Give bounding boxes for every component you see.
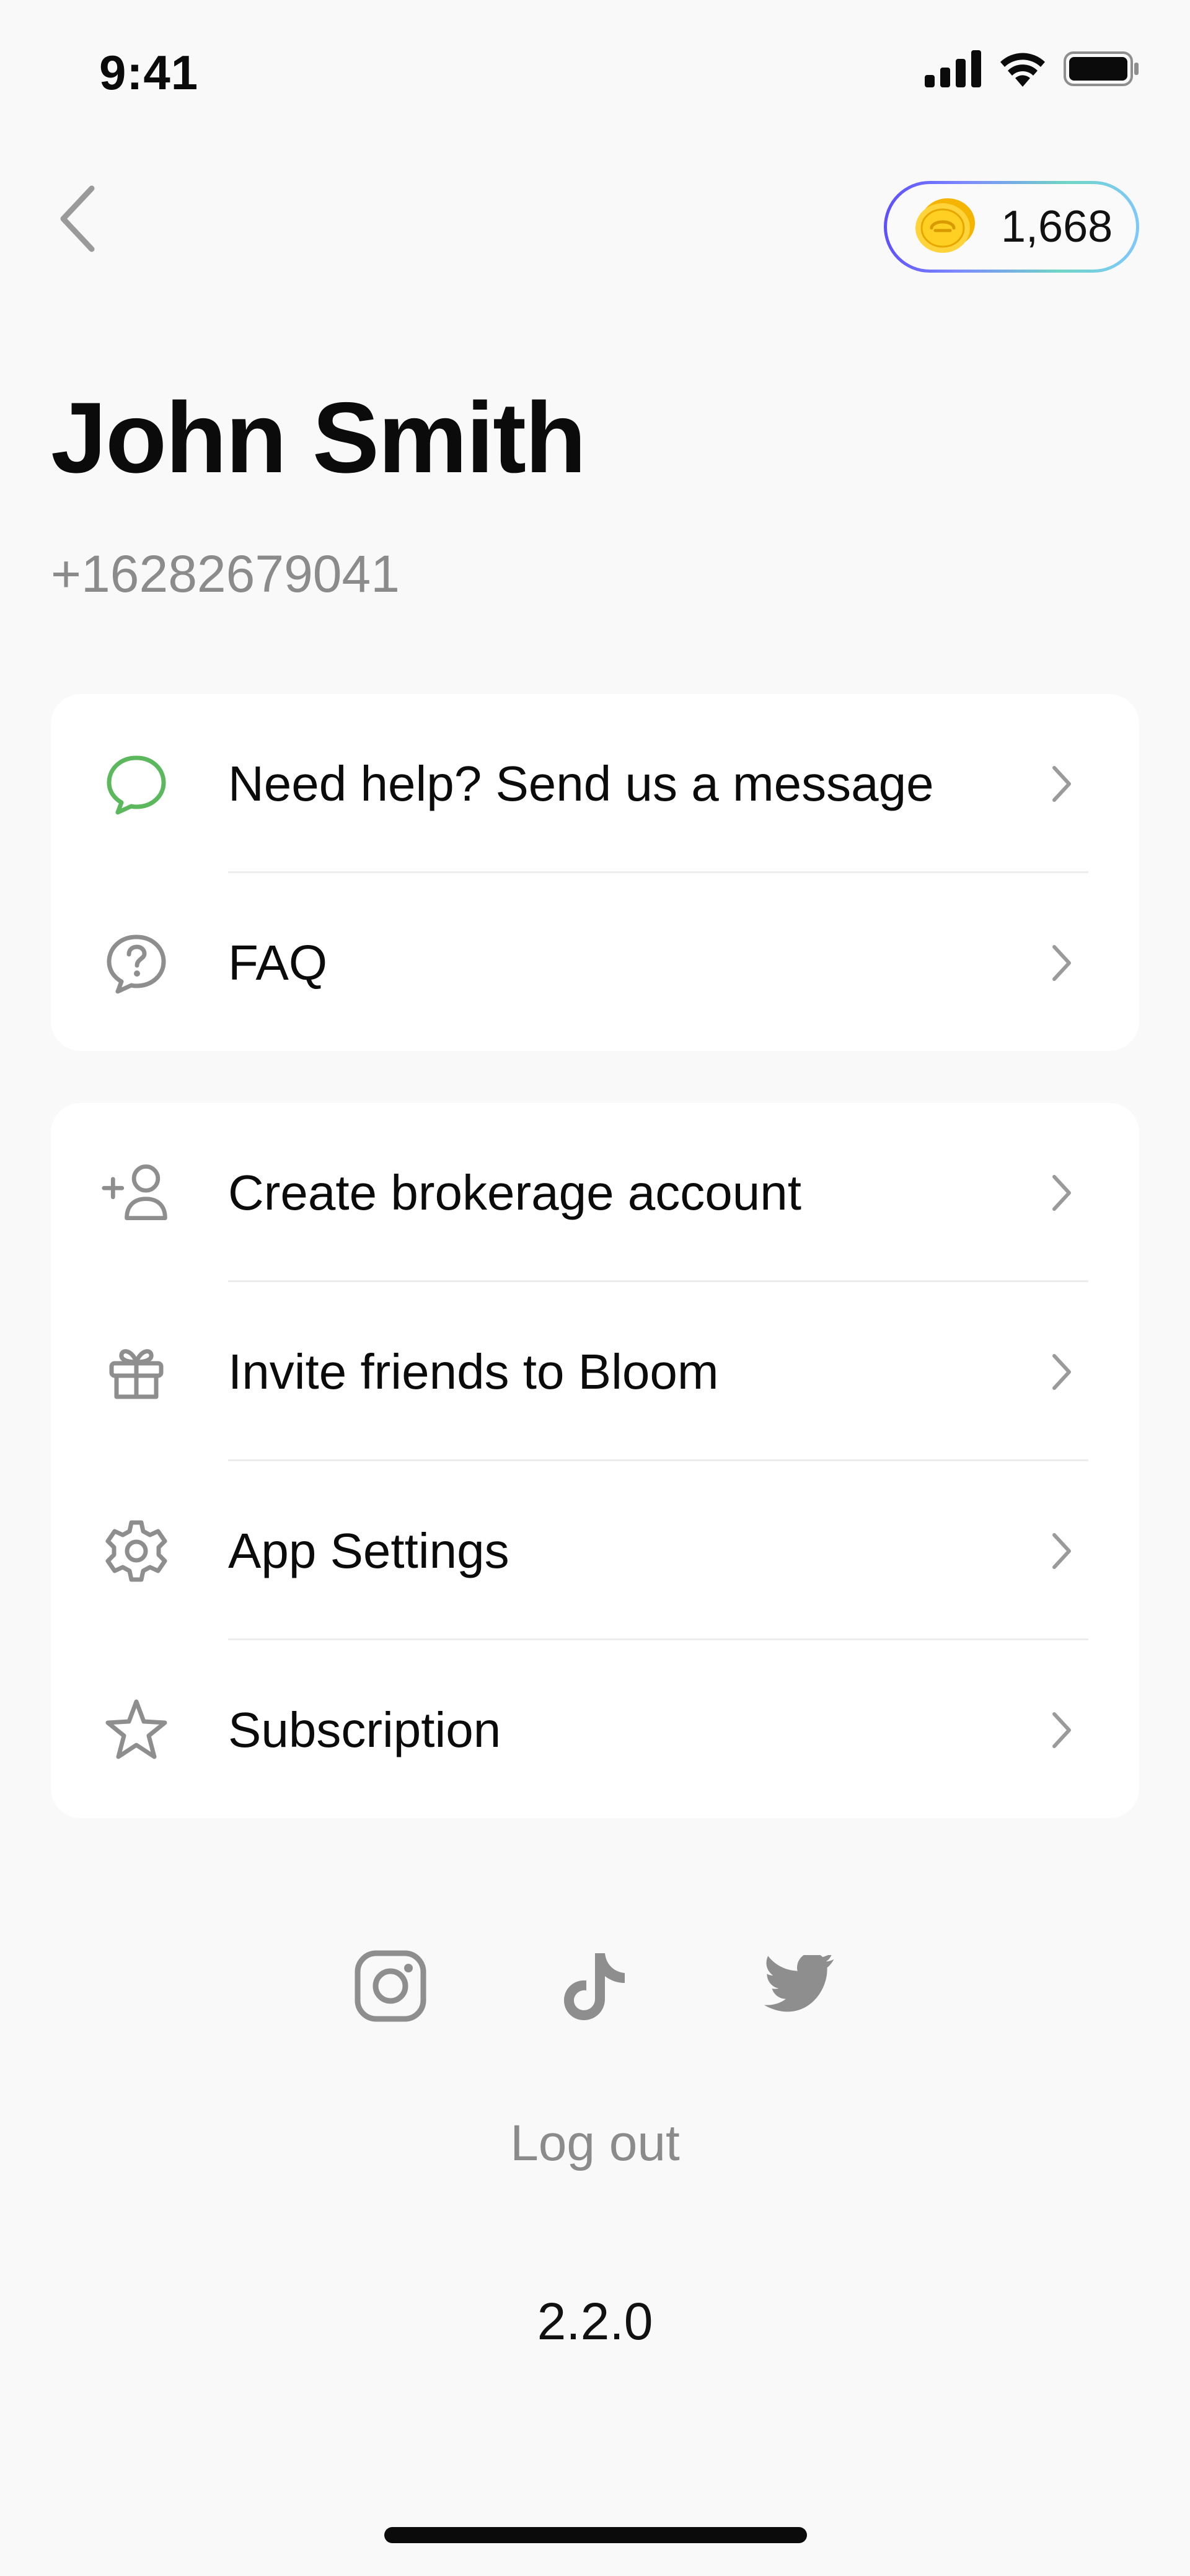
chevron-right-icon: [1046, 1347, 1077, 1397]
account-card: Create brokerage account Invite friends …: [51, 1103, 1139, 1818]
status-time: 9:41: [99, 45, 199, 100]
coin-badge-inner: 1,668: [887, 184, 1136, 270]
chevron-right-icon: [1046, 1168, 1077, 1218]
menu-item-app-settings[interactable]: App Settings: [51, 1461, 1139, 1640]
chevron-right-icon: [1046, 938, 1077, 988]
coin-balance-value: 1,668: [1001, 202, 1113, 252]
home-indicator[interactable]: [384, 2527, 807, 2543]
profile-phone: +16282679041: [51, 545, 400, 603]
profile-name: John Smith: [51, 382, 586, 494]
menu-item-invite-friends[interactable]: Invite friends to Bloom: [51, 1282, 1139, 1461]
chevron-right-icon: [1046, 1705, 1077, 1755]
status-bar: 9:41: [0, 0, 1190, 149]
wifi-icon: [998, 50, 1047, 91]
question-bubble-icon: [100, 927, 172, 999]
add-user-icon: [100, 1157, 172, 1229]
instagram-icon[interactable]: [353, 1946, 428, 2026]
menu-item-label: App Settings: [228, 1523, 509, 1578]
gift-icon: [100, 1336, 172, 1408]
menu-item-create-brokerage-account[interactable]: Create brokerage account: [51, 1103, 1139, 1282]
message-bubble-icon: [100, 748, 172, 820]
cellular-signal-icon: [925, 50, 982, 90]
chevron-right-icon: [1046, 1526, 1077, 1576]
menu-item-subscription[interactable]: Subscription: [51, 1640, 1139, 1819]
gear-icon: [100, 1515, 172, 1587]
logout-button[interactable]: Log out: [0, 2114, 1190, 2173]
app-version: 2.2.0: [537, 2292, 653, 2350]
social-links: [0, 1946, 1190, 2026]
chevron-right-icon: [1046, 759, 1077, 809]
tiktok-icon[interactable]: [558, 1946, 632, 2026]
coin-balance-badge[interactable]: 1,668: [884, 181, 1139, 273]
support-card: Need help? Send us a message FAQ: [51, 694, 1139, 1051]
menu-item-label: FAQ: [228, 934, 328, 990]
status-icons: [925, 50, 1140, 91]
menu-item-label: Create brokerage account: [228, 1164, 801, 1220]
menu-item-faq[interactable]: FAQ: [51, 873, 1139, 1052]
star-icon: [100, 1694, 172, 1766]
coin-icon: [913, 196, 977, 258]
menu-item-label: Need help? Send us a message: [228, 755, 934, 811]
battery-icon: [1064, 50, 1140, 90]
back-button[interactable]: [43, 180, 112, 260]
menu-item-label: Invite friends to Bloom: [228, 1343, 719, 1399]
twitter-icon[interactable]: [762, 1946, 837, 2026]
menu-item-send-message[interactable]: Need help? Send us a message: [51, 694, 1139, 873]
chevron-left-icon: [56, 185, 99, 256]
menu-item-label: Subscription: [228, 1702, 501, 1757]
